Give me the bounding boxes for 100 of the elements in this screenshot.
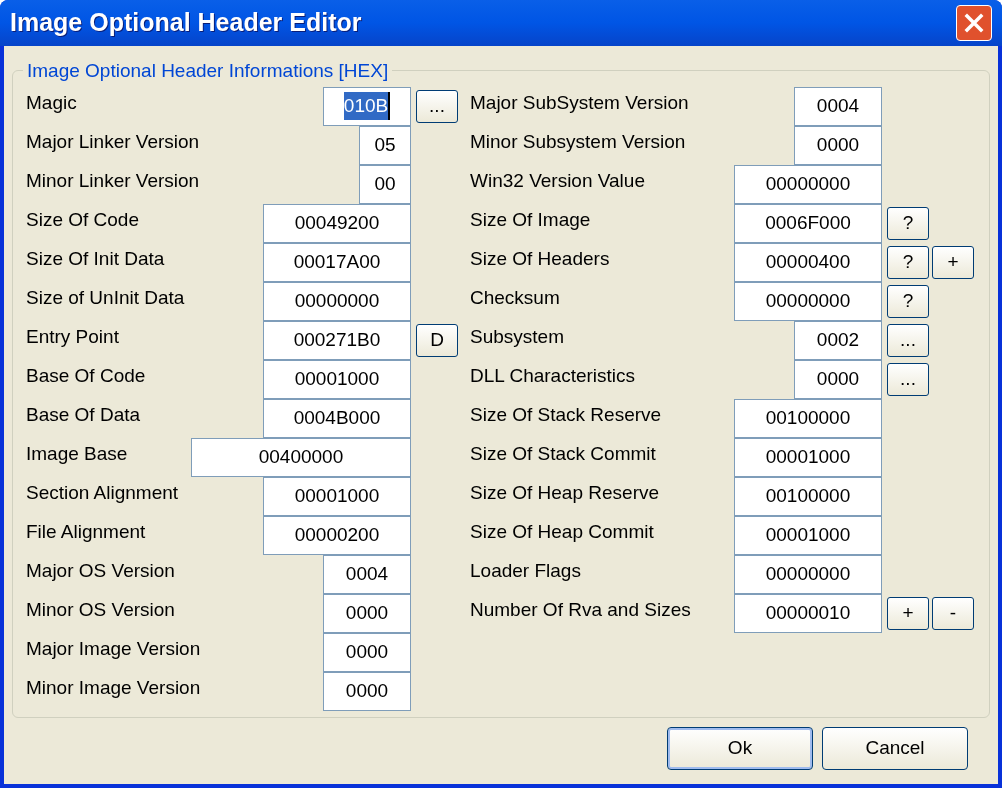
field-label: DLL Characteristics	[470, 364, 637, 389]
hex-field[interactable]: 00000010	[734, 593, 882, 633]
field-label: Image Base	[26, 442, 129, 467]
field-label: Size Of Heap Reserve	[470, 481, 661, 506]
hex-field[interactable]: 00400000	[191, 437, 411, 477]
hex-field[interactable]: 000271B0	[263, 320, 411, 360]
field-value: 00000400	[765, 249, 851, 274]
field-label: Size Of Stack Commit	[470, 442, 657, 467]
field-value: 00	[374, 171, 396, 196]
field-value: 00400000	[258, 444, 344, 469]
dialog-button[interactable]: Cancel	[822, 727, 968, 770]
small-button[interactable]: ...	[887, 363, 929, 396]
field-label: Minor OS Version	[26, 598, 176, 623]
hex-field[interactable]: 0000	[323, 671, 411, 711]
field-value: 00000000	[765, 288, 851, 313]
hex-field[interactable]: 0002	[794, 320, 882, 360]
hex-field[interactable]: 00049200	[263, 203, 411, 243]
close-icon	[964, 13, 984, 33]
field-value: 00100000	[765, 483, 851, 508]
field-label: Minor Subsystem Version	[470, 130, 687, 155]
hex-field[interactable]: 00001000	[263, 359, 411, 399]
field-label: Major Image Version	[26, 637, 202, 662]
small-button[interactable]: -	[932, 597, 974, 630]
field-value: 0004	[816, 93, 860, 118]
field-value: 0000	[816, 132, 860, 157]
field-value: 0004	[345, 561, 389, 586]
hex-field[interactable]: 00000000	[263, 281, 411, 321]
hex-field[interactable]: 0006F000	[734, 203, 882, 243]
hex-field[interactable]: 0004	[794, 86, 882, 126]
hex-field[interactable]: 00000000	[734, 164, 882, 204]
field-label: Major Linker Version	[26, 130, 201, 155]
field-label: Size Of Heap Commit	[470, 520, 655, 545]
hex-field[interactable]: 00	[359, 164, 411, 204]
small-button[interactable]: D	[416, 324, 458, 357]
hex-field[interactable]: 05	[359, 125, 411, 165]
field-value: 00001000	[765, 444, 851, 469]
small-button[interactable]: ?	[887, 285, 929, 318]
hex-field[interactable]: 00100000	[734, 398, 882, 438]
field-value: 000271B0	[293, 327, 381, 352]
small-button[interactable]: ?	[887, 207, 929, 240]
field-value: 0004B000	[293, 405, 381, 430]
field-label: Size Of Headers	[470, 247, 611, 272]
hex-field[interactable]: 0004	[323, 554, 411, 594]
small-button[interactable]: +	[887, 597, 929, 630]
close-button[interactable]	[956, 5, 992, 41]
hex-field[interactable]: 00001000	[263, 476, 411, 516]
dialog-button[interactable]: Ok	[667, 727, 813, 770]
field-label: Base Of Code	[26, 364, 147, 389]
field-label: Magic	[26, 91, 78, 116]
hex-field[interactable]: 00000000	[734, 281, 882, 321]
field-value: 00000200	[294, 522, 380, 547]
field-value: 00001000	[294, 366, 380, 391]
field-value: 0000	[816, 366, 860, 391]
field-value: 010B	[343, 91, 391, 121]
field-label: Subsystem	[470, 325, 565, 350]
hex-field[interactable]: 0000	[323, 632, 411, 672]
field-value: 0000	[345, 639, 389, 664]
hex-field[interactable]: 0000	[323, 593, 411, 633]
field-label: Minor Linker Version	[26, 169, 201, 194]
hex-field[interactable]: 00100000	[734, 476, 882, 516]
small-button[interactable]: ?	[887, 246, 929, 279]
field-label: Major SubSystem Version	[470, 91, 690, 116]
field-value: 00049200	[294, 210, 380, 235]
field-value: 0006F000	[765, 210, 851, 235]
field-value: 00000000	[765, 561, 851, 586]
field-value: 0002	[816, 327, 860, 352]
small-button[interactable]: +	[932, 246, 974, 279]
field-label: Size Of Image	[470, 208, 592, 233]
field-value: 0000	[345, 678, 389, 703]
window-title: Image Optional Header Editor	[10, 7, 362, 39]
field-label: File Alignment	[26, 520, 147, 545]
small-button[interactable]: ...	[416, 90, 458, 123]
hex-field[interactable]: 00001000	[734, 437, 882, 477]
hex-field[interactable]: 00000000	[734, 554, 882, 594]
hex-field[interactable]: 00001000	[734, 515, 882, 555]
field-value: 00000000	[294, 288, 380, 313]
hex-field[interactable]: 00000400	[734, 242, 882, 282]
field-label: Minor Image Version	[26, 676, 202, 701]
hex-field[interactable]: 0000	[794, 359, 882, 399]
field-value: 00017A00	[293, 249, 381, 274]
field-value: 00001000	[765, 522, 851, 547]
small-button[interactable]: ...	[887, 324, 929, 357]
field-value: 00000010	[765, 600, 851, 625]
field-label: Section Alignment	[26, 481, 180, 506]
field-label: Size Of Init Data	[26, 247, 166, 272]
field-value: 00001000	[294, 483, 380, 508]
field-label: Win32 Version Value	[470, 169, 646, 194]
field-label: Checksum	[470, 286, 561, 311]
hex-field[interactable]: 00000200	[263, 515, 411, 555]
field-label: Size of UnInit Data	[26, 286, 186, 311]
field-label: Entry Point	[26, 325, 120, 350]
field-label: Size Of Stack Reserve	[470, 403, 663, 428]
field-value: 00000000	[765, 171, 851, 196]
hex-field[interactable]: 00017A00	[263, 242, 411, 282]
hex-field[interactable]: 0004B000	[263, 398, 411, 438]
field-label: Base Of Data	[26, 403, 142, 428]
field-value: 00100000	[765, 405, 851, 430]
hex-field[interactable]: 0000	[794, 125, 882, 165]
field-label: Loader Flags	[470, 559, 582, 584]
hex-field[interactable]: 010B	[323, 86, 411, 126]
